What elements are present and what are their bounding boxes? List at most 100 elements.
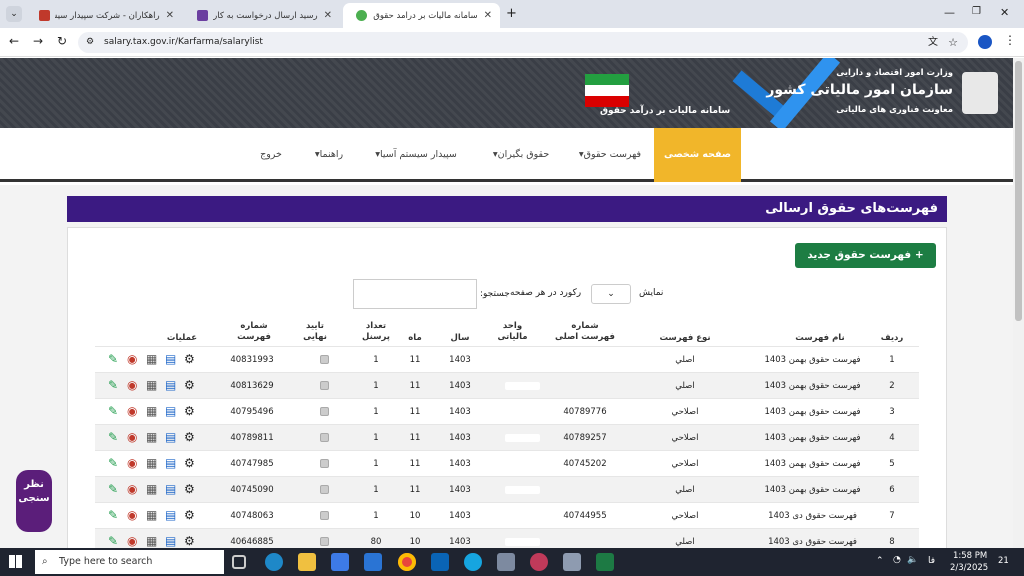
skype-icon[interactable] — [464, 553, 482, 571]
header-row[interactable]: ردیف — [870, 333, 914, 344]
app-icon[interactable] — [497, 553, 515, 571]
menu-icon[interactable]: ⋮ — [1004, 33, 1016, 47]
search-input[interactable] — [353, 279, 477, 309]
edge-icon[interactable] — [265, 553, 283, 571]
new-salary-list-button[interactable]: + فهرست حقوق جدید — [795, 243, 936, 268]
document-icon[interactable]: ▤ — [165, 483, 178, 496]
edit-icon[interactable]: ✎ — [108, 509, 121, 522]
store-icon[interactable] — [331, 553, 349, 571]
page-scrollbar[interactable] — [1013, 58, 1024, 548]
view-icon[interactable]: ◉ — [127, 535, 140, 548]
settings-icon[interactable]: ⚙ — [184, 509, 197, 522]
edit-icon[interactable]: ✎ — [108, 483, 121, 496]
clock-date[interactable]: 2/3/2025 — [950, 563, 988, 573]
close-window-icon[interactable]: ✕ — [1000, 6, 1009, 19]
tray-chevron-icon[interactable]: ⌃ — [876, 556, 884, 566]
app-icon[interactable] — [563, 553, 581, 571]
profile-icon[interactable] — [978, 35, 992, 49]
app-icon[interactable] — [530, 553, 548, 571]
new-tab-icon[interactable]: + — [506, 6, 517, 21]
outlook-icon[interactable] — [431, 553, 449, 571]
translate-icon[interactable]: 文 — [928, 32, 938, 53]
network-icon[interactable]: ◔ — [893, 555, 901, 565]
clock-time[interactable]: 1:58 PM — [953, 551, 987, 561]
calculator-icon[interactable]: ▦ — [146, 405, 159, 418]
edit-icon[interactable]: ✎ — [108, 535, 121, 548]
settings-icon[interactable]: ⚙ — [184, 457, 197, 470]
calculator-icon[interactable]: ▦ — [146, 457, 159, 470]
settings-icon[interactable]: ⚙ — [184, 535, 197, 548]
settings-icon[interactable]: ⚙ — [184, 405, 197, 418]
settings-icon[interactable]: ⚙ — [184, 379, 197, 392]
bookmark-star-icon[interactable]: ☆ — [948, 32, 958, 53]
calculator-icon[interactable]: ▦ — [146, 535, 159, 548]
edit-icon[interactable]: ✎ — [108, 405, 121, 418]
calculator-icon[interactable]: ▦ — [146, 509, 159, 522]
tab-rahkaran[interactable]: راهکاران - شرکت سپیدار سیستم آ... ✕ — [26, 3, 182, 28]
language-indicator[interactable]: فا — [928, 556, 935, 566]
header-year[interactable]: سال — [440, 333, 480, 344]
view-icon[interactable]: ◉ — [127, 379, 140, 392]
document-icon[interactable]: ▤ — [165, 457, 178, 470]
document-icon[interactable]: ▤ — [165, 379, 178, 392]
notification-badge[interactable]: 21 — [998, 556, 1009, 566]
site-info-icon[interactable]: ⚙ — [86, 32, 94, 53]
settings-icon[interactable]: ⚙ — [184, 431, 197, 444]
calculator-icon[interactable]: ▦ — [146, 431, 159, 444]
calculator-icon[interactable]: ▦ — [146, 379, 159, 392]
url-input[interactable]: ⚙ salary.tax.gov.ir/Karfarma/salarylist … — [78, 32, 968, 53]
nav-logout[interactable]: خروج — [256, 128, 286, 182]
chrome-icon[interactable] — [398, 553, 416, 571]
close-tab-icon[interactable]: ✕ — [324, 10, 332, 21]
view-icon[interactable]: ◉ — [127, 353, 140, 366]
edit-icon[interactable]: ✎ — [108, 353, 121, 366]
edit-icon[interactable]: ✎ — [108, 431, 121, 444]
tab-list-button[interactable]: ⌄ — [6, 6, 22, 22]
close-tab-icon[interactable]: ✕ — [484, 10, 492, 21]
document-icon[interactable]: ▤ — [165, 535, 178, 548]
back-icon[interactable]: ← — [9, 34, 19, 48]
edit-icon[interactable]: ✎ — [108, 457, 121, 470]
header-staff[interactable]: تعداد پرسنل — [358, 321, 394, 343]
document-icon[interactable]: ▤ — [165, 431, 178, 444]
document-icon[interactable]: ▤ — [165, 509, 178, 522]
volume-icon[interactable]: 🔈 — [907, 555, 918, 565]
windows-start-icon[interactable] — [9, 555, 22, 568]
header-month[interactable]: ماه — [400, 333, 430, 344]
view-icon[interactable]: ◉ — [127, 457, 140, 470]
header-number[interactable]: شماره فهرست — [232, 321, 276, 343]
task-view-icon[interactable] — [232, 555, 246, 569]
document-icon[interactable]: ▤ — [165, 353, 178, 366]
taskbar-search[interactable]: ⌕ Type here to search — [35, 550, 224, 574]
mail-icon[interactable] — [364, 553, 382, 571]
tab-salary-system[interactable]: سامانه مالیات بر درآمد حقوق ✕ — [343, 3, 500, 28]
header-original[interactable]: شماره فهرست اصلی — [555, 321, 615, 343]
minimize-icon[interactable]: — — [944, 6, 955, 19]
nav-company[interactable]: سپیدار سیستم آسیا▾ — [368, 128, 464, 182]
view-icon[interactable]: ◉ — [127, 405, 140, 418]
feedback-button[interactable]: نظر سنجی — [16, 470, 52, 532]
tab-receipt[interactable]: رسید ارسال درخواست به کارپوشه... ✕ — [184, 3, 340, 28]
nav-payee-salary[interactable]: حقوق بگیران▾ — [487, 128, 555, 182]
document-icon[interactable]: ▤ — [165, 405, 178, 418]
excel-icon[interactable] — [596, 553, 614, 571]
close-tab-icon[interactable]: ✕ — [166, 10, 174, 21]
header-type[interactable]: نوع فهرست — [640, 333, 730, 344]
nav-home[interactable]: صفحه شخصی — [654, 128, 741, 182]
view-icon[interactable]: ◉ — [127, 483, 140, 496]
edit-icon[interactable]: ✎ — [108, 379, 121, 392]
view-icon[interactable]: ◉ — [127, 509, 140, 522]
per-page-select[interactable]: ⌄ — [591, 284, 631, 304]
calculator-icon[interactable]: ▦ — [146, 483, 159, 496]
scrollbar-thumb[interactable] — [1015, 61, 1022, 321]
file-explorer-icon[interactable] — [298, 553, 316, 571]
reload-icon[interactable]: ↻ — [57, 34, 67, 48]
forward-icon[interactable]: → — [33, 34, 43, 48]
header-unit[interactable]: واحد مالیاتی — [490, 321, 535, 343]
header-final[interactable]: تایید نهایی — [300, 321, 330, 343]
view-icon[interactable]: ◉ — [127, 431, 140, 444]
nav-salary-list[interactable]: فهرست حقوق▾ — [576, 128, 644, 182]
nav-help[interactable]: راهنما▾ — [309, 128, 349, 182]
settings-icon[interactable]: ⚙ — [184, 353, 197, 366]
calculator-icon[interactable]: ▦ — [146, 353, 159, 366]
